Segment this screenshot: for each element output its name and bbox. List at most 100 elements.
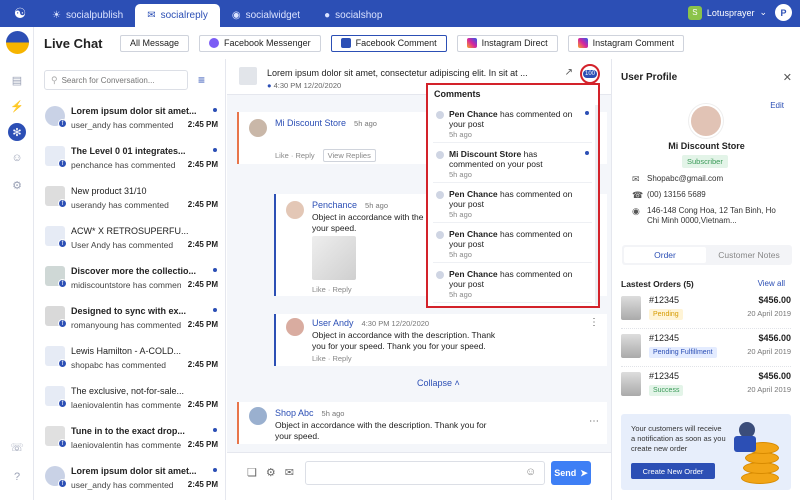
conversation-item[interactable]: f The Level 0 01 integrates... penchance… — [34, 141, 226, 181]
more-options-icon[interactable]: ⋮ — [589, 317, 599, 328]
notification-time: 5h ago — [449, 170, 472, 179]
conversation-time: 2:45 PM — [187, 160, 218, 169]
unread-dot — [213, 108, 217, 112]
inbox-icon[interactable]: ▤ — [9, 72, 25, 88]
channel-instagram-comment[interactable]: Instagram Comment — [567, 34, 685, 52]
apptab-socialshop[interactable]: ● socialshop — [312, 4, 394, 27]
edit-link[interactable]: Edit — [770, 101, 784, 110]
unread-dot — [213, 308, 217, 312]
notification-item[interactable]: Pen Chance has commented on your post 5h… — [433, 107, 592, 143]
notification-item[interactable]: Pen Chance has commented on your post 5h… — [433, 227, 592, 263]
conversation-item[interactable]: f The exclusive, not-for-sale... laeniov… — [34, 381, 226, 421]
reply-link[interactable]: Reply — [295, 151, 314, 160]
app-logo-icon[interactable]: ☯ — [0, 0, 40, 27]
close-icon[interactable]: ✕ — [783, 71, 792, 84]
view-replies-button[interactable]: View Replies — [322, 149, 376, 162]
facebook-icon: f — [58, 439, 67, 448]
apptab-socialpublish[interactable]: ☀ socialpublish — [40, 4, 135, 27]
create-new-order-button[interactable]: Create New Order — [631, 463, 715, 479]
like-link[interactable]: Like — [312, 354, 326, 363]
gear-icon[interactable]: ⚙ — [9, 177, 25, 193]
user-icon[interactable]: ☺ — [9, 150, 25, 166]
apptab-socialreply[interactable]: ✉ socialreply — [135, 4, 220, 27]
comment-author: Penchance 5h ago — [312, 200, 388, 210]
headset-icon[interactable]: ☏ — [9, 439, 25, 455]
profile-tabs: Order Customer Notes — [622, 245, 792, 265]
order-row[interactable]: #12345 Pending $456.00 20 April 2019 — [621, 293, 791, 329]
reply-link[interactable]: Reply — [332, 354, 351, 363]
shop-switcher[interactable]: S Lotusprayer ⌄ — [687, 5, 767, 20]
widget-icon: ◉ — [231, 10, 241, 21]
attachment-icon[interactable]: ⚙ — [266, 466, 276, 479]
comment-author: User Andy 4:30 PM 12/20/2020 — [312, 318, 430, 328]
channel-all-message[interactable]: All Message — [120, 34, 190, 52]
comments-button[interactable]: 100 — [580, 64, 600, 84]
conversation-item[interactable]: f New product 31/10 userandy has comment… — [34, 181, 226, 221]
notification-item[interactable]: Mi Discount Store has commented on your … — [433, 147, 592, 183]
conversation-title: Discover more the collectio... — [71, 266, 197, 276]
conversation-item[interactable]: f Tune in to the exact drop... laenioval… — [34, 421, 226, 461]
left-nav: ▤ ⚡ ✻ ☺ ⚙ ☏ ? — [0, 27, 34, 500]
reply-link[interactable]: Reply — [332, 285, 351, 294]
conversation-subtitle: laeniovalentin has commented — [71, 400, 181, 410]
brand-logo[interactable] — [6, 31, 29, 54]
network-icon[interactable]: ✻ — [8, 123, 26, 141]
user-avatar-button[interactable]: P — [775, 4, 792, 21]
filter-icon[interactable]: ≡ — [198, 73, 205, 87]
like-link[interactable]: Like — [312, 285, 326, 294]
notification-text: Pen Chance has commented on your post — [449, 109, 573, 129]
view-all-link[interactable]: View all — [758, 279, 785, 288]
lightning-icon[interactable]: ⚡ — [9, 98, 25, 114]
shopify-icon: S — [687, 5, 702, 20]
tab-customer-notes[interactable]: Customer Notes — [708, 247, 790, 263]
cube-icon[interactable]: ❏ — [247, 466, 257, 479]
collapse-button[interactable]: Collapse ˄ — [417, 378, 460, 388]
send-button[interactable]: Send ➤ — [551, 461, 591, 485]
channel-facebook-messenger[interactable]: Facebook Messenger — [199, 34, 321, 52]
notification-time: 5h ago — [449, 130, 472, 139]
popup-title: Comments — [434, 89, 481, 99]
tab-order[interactable]: Order — [624, 247, 706, 263]
conversation-item[interactable]: f Lewis Hamilton - A-COLD... shopabc has… — [34, 341, 226, 381]
channel-facebook-comment[interactable]: Facebook Comment — [330, 34, 447, 52]
comment-icon — [436, 271, 444, 279]
conversation-item[interactable]: f Designed to sync with ex... romanyoung… — [34, 301, 226, 341]
notification-item[interactable]: Pen Chance has commented on your post 5h… — [433, 187, 592, 223]
comment-actions: Like · Reply View Replies — [275, 149, 376, 162]
comment-image[interactable] — [312, 236, 356, 280]
emoji-icon[interactable]: ☺ — [525, 466, 536, 478]
facebook-icon — [340, 38, 351, 48]
comment-author: Shop Abc 5h ago — [275, 408, 345, 418]
comment-card: User Andy 4:30 PM 12/20/2020 Object in ac… — [274, 314, 607, 366]
like-link[interactable]: Like — [275, 151, 289, 160]
conversation-item[interactable]: f Lorem ipsum dolor sit amet... user_and… — [34, 101, 226, 141]
order-price: $456.00 — [758, 371, 791, 381]
quick-reply-icon[interactable]: ✉ — [285, 466, 294, 479]
instagram-icon — [466, 38, 477, 48]
subscriber-badge: Subscriber — [682, 155, 728, 168]
conversation-title: The exclusive, not-for-sale... — [71, 386, 185, 396]
more-options-icon[interactable]: ⋯ — [589, 416, 599, 427]
create-order-promo: Your customers will receive a notificati… — [621, 414, 791, 490]
reply-input[interactable] — [305, 461, 545, 485]
unread-dot — [585, 111, 589, 115]
external-link-icon[interactable]: ↗ — [565, 67, 573, 78]
notification-text: Pen Chance has commented on your post — [449, 189, 573, 209]
order-row[interactable]: #12345 Pending Fulfillment $456.00 20 Ap… — [621, 331, 791, 367]
notification-item[interactable]: Pen Chance has commented on your post 5h… — [433, 267, 592, 303]
promo-text: Your customers will receive a notificati… — [631, 424, 726, 453]
order-date: 20 April 2019 — [747, 309, 791, 318]
apptab-socialwidget[interactable]: ◉ socialwidget — [220, 4, 312, 27]
help-icon[interactable]: ? — [9, 469, 25, 485]
popup-scrollbar[interactable] — [595, 105, 598, 305]
search-box[interactable]: ⚲ — [44, 70, 188, 90]
channel-instagram-direct[interactable]: Instagram Direct — [456, 34, 558, 52]
facebook-icon: f — [58, 479, 67, 488]
search-input[interactable] — [61, 75, 182, 85]
conversation-item[interactable]: f ACW* X RETROSUPERFU... User Andy has c… — [34, 221, 226, 261]
order-row[interactable]: #12345 Success $456.00 20 April 2019 — [621, 369, 791, 405]
orders-heading: Lastest Orders (5) — [621, 279, 694, 289]
conversation-item[interactable]: f Discover more the collectio... midisco… — [34, 261, 226, 301]
conversation-item[interactable]: f Lorem ipsum dolor sit amet... user_and… — [34, 461, 226, 501]
page-header: Live Chat All Message Facebook Messenger… — [34, 27, 800, 59]
